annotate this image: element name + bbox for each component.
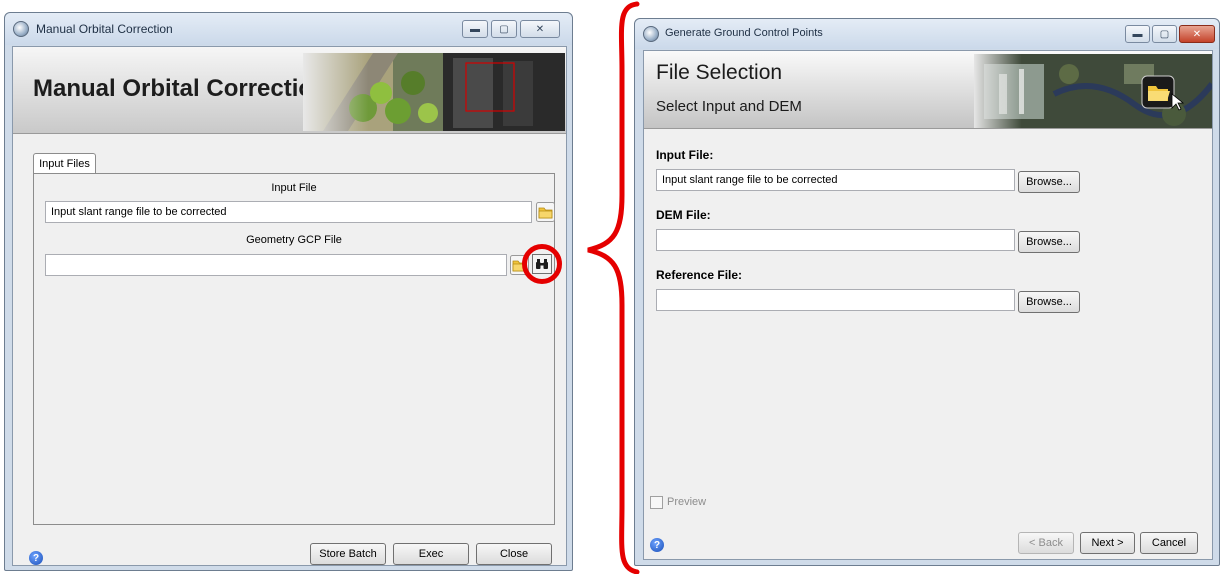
dem-file-label: DEM File: — [656, 208, 711, 222]
browse-dem-button[interactable]: Browse... — [1018, 231, 1080, 253]
back-button[interactable]: < Back — [1018, 532, 1074, 554]
input-file-field[interactable]: Input slant range file to be corrected — [45, 201, 532, 223]
app-icon — [643, 26, 659, 42]
client-area: File Selection Select Input and DEM Inpu… — [643, 50, 1213, 560]
generate-gcp-window: Generate Ground Control Points ▬ ▢ ✕ Fil… — [634, 18, 1220, 566]
browse-reference-button[interactable]: Browse... — [1018, 291, 1080, 313]
banner-title: Manual Orbital Correction — [33, 75, 328, 102]
title-bar[interactable]: Manual Orbital Correction ▬ ▢ ✕ — [5, 13, 572, 45]
tab-input-files[interactable]: Input Files — [33, 153, 96, 174]
preview-label: Preview — [667, 496, 707, 508]
satellite-image — [303, 53, 565, 131]
header-banner: Manual Orbital Correction — [13, 47, 566, 134]
maximize-icon[interactable]: ▢ — [1152, 25, 1177, 43]
exec-button[interactable]: Exec — [393, 543, 469, 565]
dem-file-field[interactable] — [656, 229, 1015, 251]
minimize-icon[interactable]: ▬ — [462, 20, 488, 38]
input-file-field[interactable]: Input slant range file to be corrected — [656, 169, 1015, 191]
reference-file-label: Reference File: — [656, 268, 743, 282]
highlight-circle — [522, 244, 562, 284]
preview-checkbox[interactable] — [650, 496, 663, 509]
close-icon[interactable]: ✕ — [520, 20, 560, 38]
reference-file-field[interactable] — [656, 289, 1015, 311]
window-title: Generate Ground Control Points — [665, 27, 823, 39]
browse-input-button[interactable]: Browse... — [1018, 171, 1080, 193]
cancel-button[interactable]: Cancel — [1140, 532, 1198, 554]
tab-panel-input-files: Input File Input slant range file to be … — [33, 173, 562, 525]
window-title: Manual Orbital Correction — [36, 22, 173, 36]
app-icon — [13, 21, 29, 37]
curly-brace — [587, 1, 640, 574]
store-batch-button[interactable]: Store Batch — [310, 543, 386, 565]
input-file-label: Input File: — [656, 148, 714, 162]
minimize-icon[interactable]: ▬ — [1125, 25, 1150, 43]
geometry-gcp-label: Geometry GCP File — [246, 234, 342, 246]
geometry-gcp-field[interactable] — [45, 254, 507, 276]
help-icon[interactable]: ? — [650, 538, 664, 552]
satellite-image — [974, 54, 1212, 128]
close-icon[interactable]: ✕ — [1179, 25, 1215, 43]
close-button[interactable]: Close — [476, 543, 552, 565]
client-area: Manual Orbital Correction Input Files In… — [12, 46, 567, 566]
folder-open-icon[interactable] — [536, 202, 555, 222]
title-bar[interactable]: Generate Ground Control Points ▬ ▢ ✕ — [635, 19, 1219, 49]
maximize-icon[interactable]: ▢ — [491, 20, 517, 38]
manual-orbital-correction-window: Manual Orbital Correction ▬ ▢ ✕ Manual O… — [4, 12, 573, 571]
banner-subtitle: Select Input and DEM — [656, 98, 802, 115]
folder-open-icon — [1141, 75, 1175, 109]
next-button[interactable]: Next > — [1080, 532, 1135, 554]
header-banner: File Selection Select Input and DEM — [644, 51, 1212, 129]
banner-title: File Selection — [656, 61, 783, 84]
help-icon[interactable]: ? — [29, 551, 43, 565]
input-file-label: Input File — [271, 182, 317, 194]
